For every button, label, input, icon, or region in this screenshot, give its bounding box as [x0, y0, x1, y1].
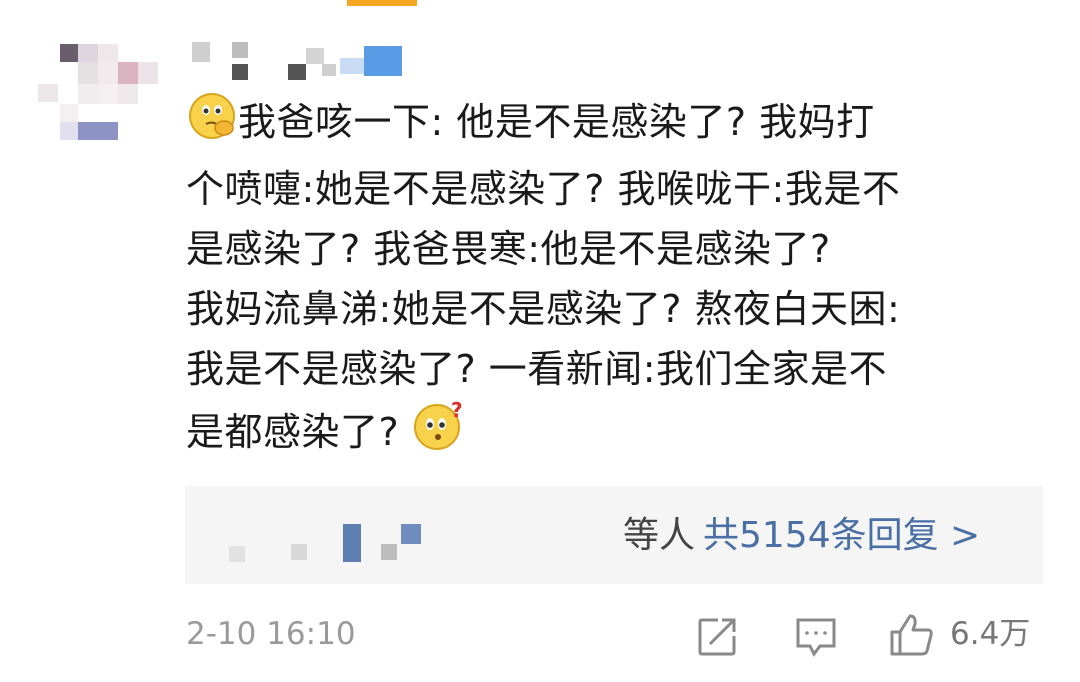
- timestamp: 2-10 16:10: [186, 616, 356, 652]
- avatar[interactable]: [38, 44, 158, 144]
- top-accent-bar: [347, 0, 417, 6]
- comment-line: 是感染了? 我爸畏寒:他是不是感染了?: [186, 227, 831, 271]
- comment-line: 我爸咳一下: 他是不是感染了? 我妈打: [186, 90, 1046, 159]
- comment-line: 是都感染了??: [186, 398, 1046, 470]
- comment-footer: 2-10 16:10 6.4万: [0, 600, 1080, 670]
- comment-line: 个喷嚏:她是不是感染了? 我喉咙干:我是不: [186, 167, 901, 211]
- thinking-face-emoji: [186, 90, 238, 159]
- like-count: 6.4万: [950, 616, 1031, 652]
- confused-question-face-emoji: ?: [411, 398, 465, 470]
- comment-line: 我妈流鼻涕:她是不是感染了? 熬夜白天困:: [186, 287, 901, 331]
- svg-text:?: ?: [451, 399, 463, 422]
- comment-line: 我是不是感染了? 一看新闻:我们全家是不: [186, 347, 888, 391]
- like-icon[interactable]: [888, 612, 936, 662]
- replies-preview[interactable]: 等人 共5154条回复 >: [185, 486, 1043, 584]
- comment-text: 我爸咳一下: 他是不是感染了? 我妈打 个喷嚏:她是不是感染了? 我喉咙干:我是…: [186, 90, 1046, 470]
- username[interactable]: [192, 42, 412, 87]
- share-icon[interactable]: [696, 616, 738, 662]
- comment-line-text: 我爸咳一下: 他是不是感染了? 我妈打: [238, 100, 875, 144]
- comment-line-text: 是都感染了?: [186, 410, 400, 454]
- view-replies-link[interactable]: 共5154条回复 >: [703, 506, 980, 566]
- comment-icon[interactable]: [794, 616, 838, 662]
- reply-users-suffix: 等人: [623, 515, 696, 556]
